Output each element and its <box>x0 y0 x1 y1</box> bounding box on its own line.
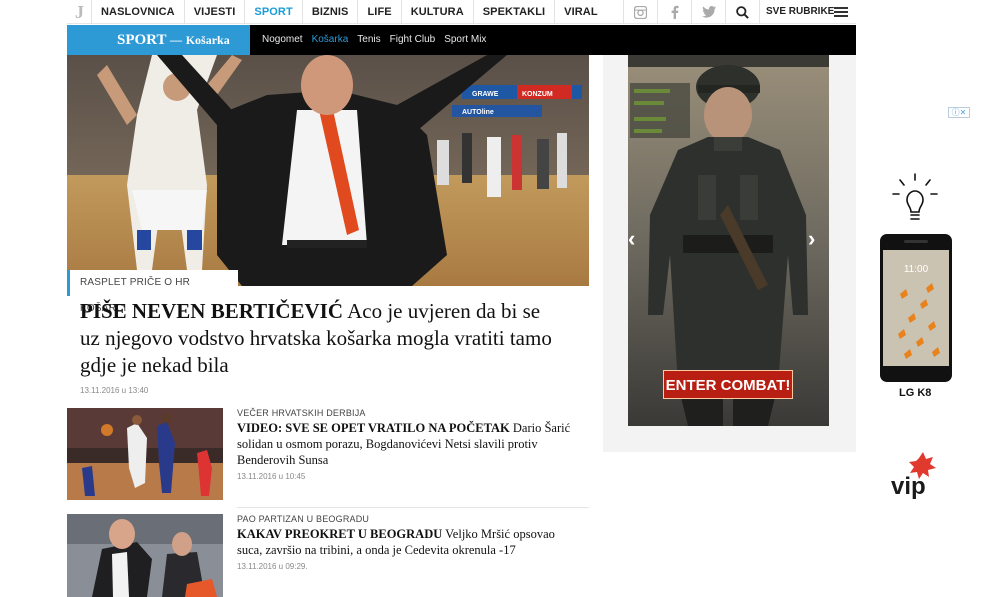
nav-item-kultura[interactable]: KULTURA <box>400 0 473 24</box>
article-title-bold-2: KAKAV PREOKRET U BEOGRADU <box>237 527 443 541</box>
hero-kicker[interactable]: RASPLET PRIČE O HR KOŠARCI <box>67 270 238 314</box>
hero-title-bold: PIŠE NEVEN BERTIČEVIĆ <box>80 299 343 323</box>
section-subtitle: Košarka <box>185 33 230 47</box>
nav-item-naslovnica[interactable]: NASLOVNICA <box>91 0 184 24</box>
subnav-item-fight-club[interactable]: Fight Club <box>390 25 436 55</box>
article-kicker-2[interactable]: PAO PARTIZAN U BEOGRADU <box>237 514 369 524</box>
subnav-item-tenis[interactable]: Tenis <box>357 25 380 55</box>
twitter-icon[interactable] <box>691 0 725 24</box>
site-logo[interactable]: J <box>75 2 84 23</box>
nav-item-vijesti[interactable]: VIJESTI <box>183 0 245 24</box>
section-label[interactable]: SPORT — Košarka <box>67 25 250 55</box>
menu-icon[interactable] <box>834 7 848 17</box>
section-subnav: Nogomet Košarka Tenis Fight Club Sport M… <box>262 25 495 55</box>
section-title: SPORT <box>117 32 167 48</box>
facebook-icon[interactable] <box>657 0 691 24</box>
hero-title[interactable]: PIŠE NEVEN BERTIČEVIĆ Aco je uvjeren da … <box>80 298 560 379</box>
nav-item-spektakli[interactable]: SPEKTAKLI <box>472 0 554 24</box>
subnav-item-sport-mix[interactable]: Sport Mix <box>444 25 486 55</box>
nav-item-life[interactable]: LIFE <box>357 0 400 24</box>
top-navbar: J NASLOVNICA VIJESTI SPORT BIZNIS LIFE K… <box>67 0 856 24</box>
article-date-2: 13.11.2016 u 09:29. <box>237 562 308 571</box>
article-title-1[interactable]: VIDEO: SVE SE OPET VRATILO NA POČETAK Da… <box>237 420 582 468</box>
search-icon[interactable] <box>725 0 759 24</box>
nav-item-viral[interactable]: VIRAL <box>554 0 607 24</box>
article-date-1: 13.11.2016 u 10:45 <box>237 472 306 481</box>
phone-model-label[interactable]: LG K8 <box>899 387 931 399</box>
subnav-item-kosarka[interactable]: Košarka <box>312 25 349 55</box>
main-nav: NASLOVNICA VIJESTI SPORT BIZNIS LIFE KUL… <box>91 0 607 24</box>
ad-next-arrow[interactable]: › <box>808 226 815 252</box>
nav-item-sport[interactable]: SPORT <box>244 0 301 24</box>
article-thumbnail-2[interactable] <box>67 514 223 597</box>
article-divider <box>237 507 589 508</box>
section-bar: SPORT — Košarka Nogomet Košarka Tenis Fi… <box>67 25 856 55</box>
article-title-2[interactable]: KAKAV PREOKRET U BEOGRADU Veljko Mršić o… <box>237 526 582 558</box>
article-kicker-1[interactable]: VEČER HRVATSKIH DERBIJA <box>237 408 366 418</box>
lightbulb-icon <box>888 170 942 235</box>
ad-prev-arrow[interactable]: ‹ <box>628 226 635 252</box>
social-icons <box>623 0 759 24</box>
vip-logo[interactable]: vip <box>889 450 949 505</box>
article-title-bold-1: VIDEO: SVE SE OPET VRATILO NA POČETAK <box>237 421 510 435</box>
banner-grawe: GRAWE <box>472 91 499 98</box>
article-thumbnail-1[interactable] <box>67 408 223 500</box>
hero-date: 13.11.2016 u 13:40 <box>80 386 149 395</box>
all-sections-link[interactable]: SVE RUBRIKE <box>759 0 856 24</box>
ad-choices-close[interactable]: ⓘ✕ <box>948 107 970 118</box>
instagram-icon[interactable] <box>623 0 657 24</box>
subnav-item-nogomet[interactable]: Nogomet <box>262 25 303 55</box>
banner-konzum: KONZUM <box>522 91 553 98</box>
enter-combat-button[interactable]: ENTER COMBAT! <box>663 370 793 399</box>
vip-logo-text: vip <box>891 473 926 500</box>
phone-ad-image[interactable]: 11:00 <box>880 234 952 382</box>
section-separator: — <box>169 33 182 47</box>
page-root: { "logo": "J", "nav": { "items": ["NASLO… <box>0 0 1000 597</box>
hero-image[interactable]: GRAWE KONZUM AUTOline <box>67 55 589 286</box>
banner-autoline: AUTOline <box>462 109 494 116</box>
phone-screen-time: 11:00 <box>904 264 929 275</box>
all-sections-label: SVE RUBRIKE <box>766 6 835 17</box>
nav-item-biznis[interactable]: BIZNIS <box>301 0 358 24</box>
